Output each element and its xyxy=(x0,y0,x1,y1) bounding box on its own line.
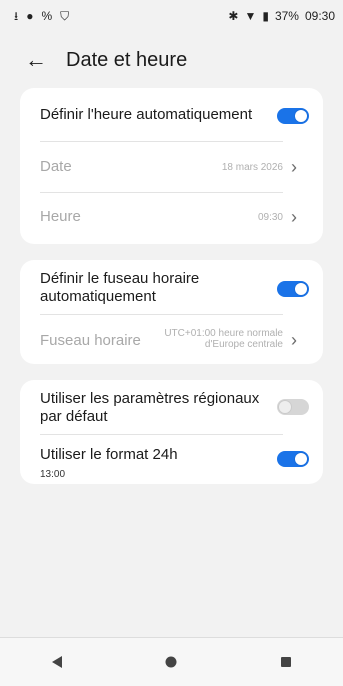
battery-icon: ▮ xyxy=(262,9,269,23)
chevron-right-icon: › xyxy=(291,157,297,177)
back-button[interactable]: ← xyxy=(14,38,58,82)
time-label: Heure xyxy=(40,208,81,225)
link-icon: % xyxy=(41,9,53,23)
card-format: Utiliser les paramètres régionaux par dé… xyxy=(20,380,323,484)
auto-time-toggle[interactable] xyxy=(277,108,309,124)
battery-percent: 37% xyxy=(274,9,299,23)
row-auto-timezone[interactable]: Définir le fuseau horaire automatiquemen… xyxy=(20,260,323,314)
timezone-value-line1: UTC+01:00 heure normale xyxy=(164,328,283,339)
bluetooth-icon: ✱ xyxy=(228,9,239,23)
auto-timezone-label: Définir le fuseau horaire automatiquemen… xyxy=(40,270,199,306)
regional-label-line1: Utiliser les paramètres régionaux xyxy=(40,390,260,407)
status-time: 09:30 xyxy=(304,9,335,23)
row-auto-time[interactable]: Définir l'heure automatiquement xyxy=(20,88,323,142)
timezone-label: Fuseau horaire xyxy=(40,332,141,349)
format24-toggle[interactable] xyxy=(277,451,309,467)
timezone-value-line2: d'Europe centrale xyxy=(204,339,283,350)
format24-label: Utiliser le format 24h 13:00 xyxy=(40,446,178,484)
page-title: Date et heure xyxy=(66,48,188,71)
card-timezone: Définir le fuseau horaire automatiquemen… xyxy=(20,260,323,364)
recents-square-icon xyxy=(280,657,291,667)
cloud-icon: ● xyxy=(26,9,34,23)
chevron-right-icon: › xyxy=(291,330,297,350)
row-timezone[interactable]: Fuseau horaire UTC+01:00 heure normale d… xyxy=(20,314,323,364)
shield-icon: ⛉ xyxy=(60,9,70,23)
date-label: Date xyxy=(40,158,72,175)
upload-icon: ⭳ xyxy=(14,9,19,23)
wifi-icon: ▼ xyxy=(244,9,257,23)
format24-example: 13:00 xyxy=(40,469,66,480)
row-24h[interactable]: Utiliser le format 24h 13:00 xyxy=(20,434,323,484)
timezone-value: UTC+01:00 heure normale d'Europe central… xyxy=(143,328,283,350)
toggle-knob xyxy=(295,283,307,295)
card-datetime: Définir l'heure automatiquement Date 18 … xyxy=(20,88,323,244)
toggle-knob xyxy=(295,110,307,122)
time-value: 09:30 xyxy=(257,212,283,223)
auto-timezone-label-line1: Définir le fuseau horaire xyxy=(40,270,200,287)
nav-back-button[interactable] xyxy=(27,642,87,682)
status-right: ✱ ▼ ▮ 37% 09:30 xyxy=(228,9,335,23)
nav-home-button[interactable] xyxy=(141,642,201,682)
top-bar: ← Date et heure xyxy=(0,38,343,82)
arrow-left-icon: ← xyxy=(25,47,47,72)
auto-timezone-label-line2: automatiquement xyxy=(40,288,156,305)
back-triangle-icon xyxy=(52,656,63,668)
auto-timezone-toggle[interactable] xyxy=(277,281,309,297)
status-left-icons: ⭳ ● % ⛉ xyxy=(14,10,69,22)
row-regional[interactable]: Utiliser les paramètres régionaux par dé… xyxy=(20,380,323,434)
nav-recents-button[interactable] xyxy=(256,642,316,682)
regional-toggle[interactable] xyxy=(277,399,309,415)
home-circle-icon xyxy=(165,656,177,668)
row-time[interactable]: Heure 09:30 › xyxy=(20,192,323,244)
toggle-knob xyxy=(295,453,307,465)
format24-label-text: Utiliser le format 24h xyxy=(40,446,178,463)
regional-label-line2: par défaut xyxy=(40,408,108,425)
row-date[interactable]: Date 18 mars 2026 › xyxy=(20,142,323,192)
status-bar: ⭳ ● % ⛉ ✱ ▼ ▮ 37% 09:30 xyxy=(0,0,343,32)
chevron-right-icon: › xyxy=(291,207,297,227)
toggle-knob xyxy=(279,401,291,413)
auto-time-label: Définir l'heure automatiquement xyxy=(40,106,253,123)
regional-label: Utiliser les paramètres régionaux par dé… xyxy=(40,390,259,426)
system-nav-bar xyxy=(0,637,343,686)
date-value: 18 mars 2026 xyxy=(221,162,283,173)
